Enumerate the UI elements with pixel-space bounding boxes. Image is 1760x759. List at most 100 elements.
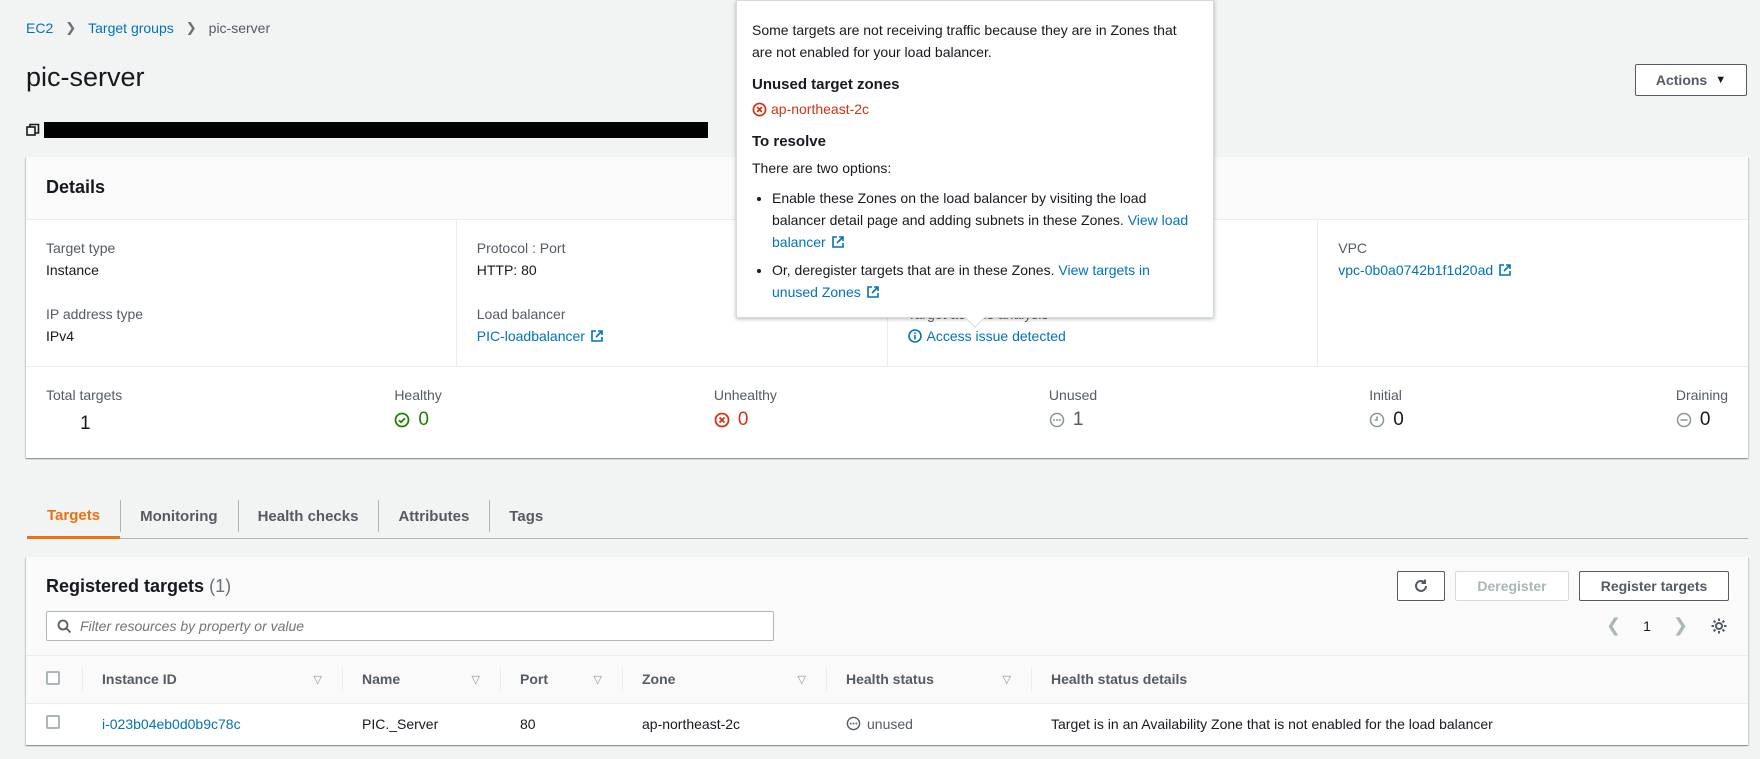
col-instance-id[interactable]: Instance ID (102, 671, 177, 687)
breadcrumb: EC2 ❯ Target groups ❯ pic-server (26, 20, 270, 36)
pagination: ❮ 1 ❯ (1606, 615, 1688, 636)
page-number[interactable]: 1 (1643, 618, 1651, 634)
ip-type-label: IP address type (46, 306, 144, 322)
count-unhealthy: Unhealthy 0 (714, 385, 777, 435)
target-type-value: Instance (46, 262, 99, 278)
col-name[interactable]: Name (362, 671, 400, 687)
col-zone[interactable]: Zone (642, 671, 675, 687)
sort-icon[interactable]: ▽ (1003, 673, 1011, 686)
deregister-button[interactable]: Deregister (1455, 571, 1569, 601)
gear-icon[interactable] (1710, 617, 1728, 635)
count-total-value: 1 (80, 413, 91, 434)
cell-name: PIC._Server (362, 715, 439, 732)
external-link-icon (831, 236, 844, 248)
targets-table: Instance ID ▽ Name ▽ Port ▽ Zone ▽ Health st… (26, 656, 1748, 744)
count-draining-value: 0 (1699, 409, 1711, 430)
sort-icon[interactable]: ▽ (594, 673, 602, 686)
tab-targets[interactable]: Targets (27, 494, 121, 539)
minus-circle-icon (1676, 412, 1692, 428)
access-issue-link[interactable]: Access issue detected (907, 324, 1066, 348)
breadcrumb-ec2[interactable]: EC2 (26, 20, 53, 36)
actions-button[interactable]: Actions ▼ (1635, 64, 1747, 96)
filter-input[interactable] (80, 618, 760, 634)
count-unused-value: 1 (1072, 409, 1084, 430)
col-port[interactable]: Port (520, 671, 548, 687)
count-initial-label: Initial (1369, 387, 1402, 403)
refresh-icon (1415, 579, 1427, 592)
ellipsis-circle-icon (1049, 412, 1065, 428)
info-icon (907, 329, 922, 343)
refresh-button[interactable] (1397, 571, 1445, 601)
registered-targets-header: Registered targets (1) Deregister Regist… (26, 557, 1748, 656)
external-link-icon (866, 286, 879, 298)
details-col-4: VPC vpc-0b0a0742b1f1d20ad (1317, 220, 1748, 366)
vpc-link-text: vpc-0b0a0742b1f1d20ad (1338, 262, 1494, 278)
caret-down-icon: ▼ (1715, 74, 1727, 86)
row-checkbox[interactable] (46, 715, 60, 730)
copy-icon[interactable] (26, 123, 40, 137)
arn-redacted (44, 122, 708, 138)
count-draining-label: Draining (1675, 387, 1728, 403)
select-all-checkbox[interactable] (46, 670, 60, 685)
cell-health-details: Target is in an Availability Zone that i… (1051, 715, 1493, 732)
cell-health-status: unused (846, 716, 1011, 732)
unused-zone-item: ap-northeast-2c (752, 98, 1198, 120)
sort-icon[interactable]: ▽ (472, 673, 480, 686)
vpc-link[interactable]: vpc-0b0a0742b1f1d20ad (1338, 262, 1512, 278)
arn-row (26, 122, 708, 138)
ellipsis-circle-icon (846, 716, 861, 731)
col-health-status[interactable]: Health status (846, 671, 934, 687)
load-balancer-link[interactable]: PIC-loadbalancer (477, 328, 604, 344)
external-link-icon (1499, 264, 1511, 276)
popover-intro: Some targets are not receiving traffic b… (752, 22, 1177, 60)
count-initial: Initial 0 (1369, 385, 1404, 435)
tab-attributes[interactable]: Attributes (378, 494, 489, 538)
load-balancer-link-text: PIC-loadbalancer (476, 328, 585, 344)
sort-icon[interactable]: ▽ (314, 673, 322, 686)
error-circle-icon (752, 102, 767, 116)
sort-icon[interactable]: ▽ (798, 673, 806, 686)
tab-bar: Targets Monitoring Health checks Attribu… (27, 494, 1748, 539)
clock-icon (1369, 412, 1385, 428)
registered-targets-panel: Registered targets (1) Deregister Regist… (26, 557, 1748, 745)
tab-monitoring[interactable]: Monitoring (120, 494, 237, 538)
tab-health-checks[interactable]: Health checks (237, 494, 379, 538)
to-resolve-heading: To resolve (752, 133, 826, 150)
instance-id-link[interactable]: i-023b04eb0d0b9c78c (102, 716, 241, 732)
chevron-right-icon: ❯ (65, 20, 77, 35)
breadcrumb-target-groups[interactable]: Target groups (88, 20, 174, 36)
count-healthy-value: 0 (418, 409, 429, 430)
count-unused: Unused 1 (1049, 385, 1097, 435)
chevron-right-icon[interactable]: ❯ (1673, 615, 1688, 636)
register-targets-button[interactable]: Register targets (1579, 571, 1729, 601)
table-header-row: Instance ID ▽ Name ▽ Port ▽ Zone ▽ Health st… (26, 656, 1748, 703)
details-col-1: Target type Instance IP address type IPv… (26, 220, 456, 366)
unused-zones-heading: Unused target zones (752, 76, 900, 93)
registered-targets-title-text: Registered targets (46, 576, 205, 596)
error-circle-icon (714, 412, 730, 428)
target-type-label: Target type (46, 240, 116, 256)
chevron-left-icon[interactable]: ❮ (1606, 615, 1621, 636)
page-title: pic-server (26, 62, 145, 92)
external-link-icon (591, 330, 603, 342)
options-intro: There are two options: (752, 160, 892, 176)
target-counts: Total targets 1 Healthy 0 Unhealthy 0 Un… (26, 367, 1748, 435)
count-draining: Draining 0 (1676, 385, 1728, 435)
check-circle-icon (394, 412, 410, 428)
resolve-option-1: Enable these Zones on the load balancer … (772, 187, 1198, 253)
count-initial-value: 0 (1393, 409, 1404, 430)
col-health-details: Health status details (1051, 671, 1188, 688)
ip-type-value: IPv4 (46, 328, 75, 344)
search-icon (57, 619, 72, 633)
count-unused-label: Unused (1048, 387, 1098, 403)
option-1-text: Enable these Zones on the load balancer … (772, 190, 1147, 228)
count-healthy: Healthy 0 (394, 385, 441, 435)
filter-box (46, 611, 774, 641)
vpc-label: VPC (1338, 240, 1368, 256)
tab-tags[interactable]: Tags (489, 494, 563, 538)
breadcrumb-current: pic-server (208, 20, 271, 36)
count-unhealthy-label: Unhealthy (713, 387, 777, 403)
table-row: i-023b04eb0d0b9c78c PIC._Server 80 ap-no… (26, 703, 1748, 744)
resolve-option-2: Or, deregister targets that are in these… (772, 259, 1198, 303)
count-total-label: Total targets (46, 387, 123, 403)
